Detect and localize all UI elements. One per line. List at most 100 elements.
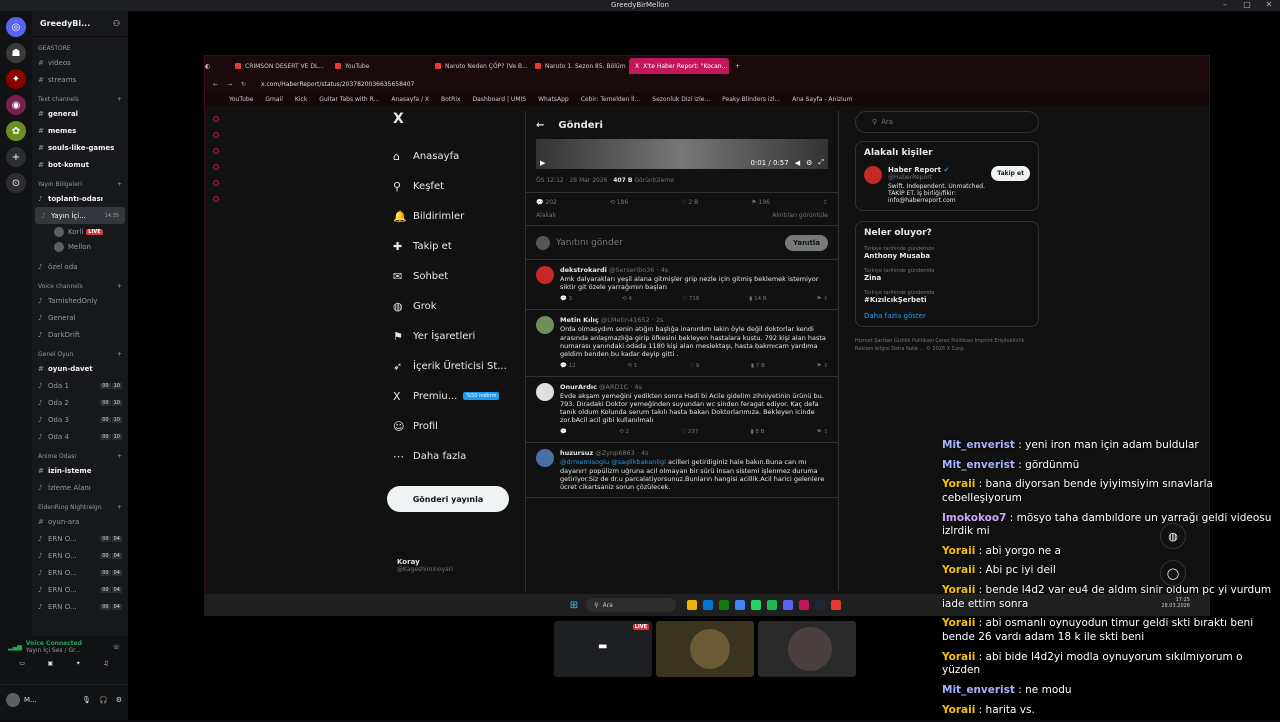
camera-off-icon[interactable]: ▭ xyxy=(19,660,25,667)
avatar[interactable] xyxy=(536,266,554,284)
add-channel-icon[interactable]: + xyxy=(117,181,122,188)
messages-fab-icon[interactable]: ◯ xyxy=(1160,560,1186,586)
voice-channel-item[interactable]: ♪ ERN O... 00 04 xyxy=(32,564,128,581)
tweet-author[interactable]: dekstrokardi xyxy=(560,266,607,274)
avatar[interactable] xyxy=(6,693,20,707)
disconnect-icon[interactable]: ☏ xyxy=(112,644,120,651)
category[interactable]: GEASTORE xyxy=(32,37,128,54)
category[interactable]: Yayın Bölgeleri + xyxy=(32,173,128,190)
avatar[interactable] xyxy=(536,449,554,468)
discord-home-icon[interactable]: ◎ xyxy=(6,17,26,37)
nav-item-premium[interactable]: X Premiu... %50 indirim xyxy=(387,381,527,411)
mic-icon[interactable]: 🎙 xyxy=(82,696,91,704)
sidebar-app-icon[interactable] xyxy=(213,148,219,154)
nav-item-profile[interactable]: ☺ Profil xyxy=(387,411,527,441)
close-button[interactable]: ✕ xyxy=(1258,0,1280,9)
x-logo-icon[interactable]: X xyxy=(387,111,527,141)
avatar[interactable] xyxy=(536,316,554,335)
server-icon[interactable]: ◉ xyxy=(6,95,26,115)
like-button[interactable]: ♡ 718 xyxy=(682,296,699,303)
bookmark[interactable]: Kick xyxy=(295,96,307,103)
like-button[interactable]: ♡ 9 xyxy=(689,363,699,370)
repost-button[interactable]: ⟲ 2 xyxy=(619,429,629,436)
start-icon[interactable]: ⊞ xyxy=(570,600,578,611)
voice-channel-item[interactable]: ♪ toplantı-odası xyxy=(32,190,128,207)
browser-menu-icon[interactable]: ◐ xyxy=(205,63,229,70)
mention-link[interactable]: @drmemisoglu @saglikbakanligi xyxy=(560,458,666,466)
bookmark-button[interactable]: ⚑ 196 xyxy=(751,199,770,206)
soundboard-icon[interactable]: ♫ xyxy=(103,660,108,667)
account-switcher[interactable]: Koray @Kageshiminoyari xyxy=(397,558,453,573)
minimize-button[interactable]: – xyxy=(1214,0,1236,9)
sidebar-app-icon[interactable] xyxy=(213,180,219,186)
sidebar-app-icon[interactable] xyxy=(213,116,219,122)
voice-channel-item[interactable]: ♪ Oda 1 00 10 xyxy=(32,377,128,394)
add-channel-icon[interactable]: + xyxy=(117,283,122,290)
sidebar-app-icon[interactable] xyxy=(213,196,219,202)
channel-item[interactable]: # general xyxy=(32,105,128,122)
channel-item[interactable]: # streams xyxy=(32,71,128,88)
repost-button[interactable]: ⟲ 4 xyxy=(622,296,632,303)
bookmark-icon[interactable]: ⚑ ⇪ xyxy=(817,296,828,303)
category[interactable]: Voice channels + xyxy=(32,275,128,292)
voice-channel-item[interactable]: ♪ ERN O... 00 04 xyxy=(32,598,128,615)
nav-item-grok[interactable]: ◍ Grok xyxy=(387,291,527,321)
reply-tweet[interactable]: OnurArdıc @ARD1C · 4s Evde akşam yemeğin… xyxy=(526,377,838,444)
bookmark[interactable]: BotRix xyxy=(441,96,461,103)
bookmark[interactable]: Peaky Blinders izl... xyxy=(722,96,780,103)
tweet-author[interactable]: Metin Kılıç xyxy=(560,316,599,324)
trend-item[interactable]: Türkiye tarihinde gündemde #KızılcıkŞerbe… xyxy=(864,290,1030,304)
trend-item[interactable]: Türkiye tarihinde gündemde Anthony Musaba xyxy=(864,246,1030,260)
voice-user[interactable]: Mellon xyxy=(32,239,128,254)
volume-icon[interactable]: ◀ xyxy=(795,159,800,167)
spotify-icon[interactable] xyxy=(767,600,778,610)
search-input[interactable]: ⚲ Ara xyxy=(855,111,1039,133)
add-channel-icon[interactable]: + xyxy=(117,453,122,460)
bookmark[interactable]: Sezonluk Dizi izle... xyxy=(652,96,710,103)
reply-tweet[interactable]: huzursuz @Zynp6863 · 4s @drmemisoglu @sa… xyxy=(526,443,838,498)
voice-channel-item[interactable]: ♪ Oda 4 00 10 xyxy=(32,428,128,445)
avatar[interactable] xyxy=(864,166,882,184)
new-tab-icon[interactable]: + xyxy=(735,63,740,70)
voice-channel-item[interactable]: ♪ İzleme Alanı xyxy=(32,479,128,496)
reply-submit-button[interactable]: Yanıtla xyxy=(784,234,828,251)
category[interactable]: Text channels + xyxy=(32,88,128,105)
reply-button[interactable]: 💬 202 xyxy=(536,199,557,206)
bookmark[interactable]: Anasayfa / X xyxy=(391,96,429,103)
avatar[interactable] xyxy=(536,382,554,401)
voice-channel-item[interactable]: ♪ TarnishedOnly xyxy=(32,292,128,309)
file-explorer-icon[interactable] xyxy=(687,600,698,610)
reply-tweet[interactable]: Metin Kılıç @LMetin41652 · 2s Orda olmas… xyxy=(526,310,838,377)
back-arrow-icon[interactable]: ← xyxy=(536,120,544,131)
bookmark[interactable]: Guitar Tabs with R... xyxy=(319,96,379,103)
bookmark[interactable]: Gmail xyxy=(265,96,283,103)
channel-item[interactable]: # videos xyxy=(32,54,128,71)
add-channel-icon[interactable]: + xyxy=(117,351,122,358)
voice-channel-item[interactable]: ♪ DarkDrift xyxy=(32,326,128,343)
voice-channel-item[interactable]: ♪ Yayın İçi... 14:35 xyxy=(35,207,125,224)
voice-channel-item[interactable]: ♪ ERN O... 00 04 xyxy=(32,530,128,547)
voice-channel-item[interactable]: ♪ ERN O... 00 04 xyxy=(32,581,128,598)
add-channel-icon[interactable]: + xyxy=(117,504,122,511)
like-button[interactable]: ♡ 2 B xyxy=(681,199,698,206)
views-button[interactable]: ▮ 14 B xyxy=(749,296,766,303)
tweet-author[interactable]: huzursuz xyxy=(560,449,593,457)
server-icon[interactable]: ✿ xyxy=(6,121,26,141)
back-icon[interactable]: ← xyxy=(213,81,227,88)
sort-dropdown[interactable]: Alakalı xyxy=(536,212,556,219)
forward-icon[interactable]: → xyxy=(227,81,241,88)
discover-icon[interactable]: ⊙ xyxy=(6,173,26,193)
profile-name[interactable]: Haber Report xyxy=(888,166,941,174)
voice-user[interactable]: Korli LIVE xyxy=(32,224,128,239)
browser-tab[interactable]: CRIMSON DESERT VE DL... xyxy=(229,58,329,74)
opera-gx-icon[interactable] xyxy=(799,600,810,610)
share-icon[interactable]: ⇪ xyxy=(823,199,828,206)
grok-fab-icon[interactable]: ◍ xyxy=(1160,523,1186,549)
nav-item-chat[interactable]: ✉ Sohbet xyxy=(387,261,527,291)
post-button[interactable]: Gönderi yayınla xyxy=(387,486,509,512)
bookmark[interactable]: Dashboard | UMIS xyxy=(473,96,527,103)
bookmark[interactable]: Cebir: Temelden İl... xyxy=(581,96,641,103)
channel-item[interactable]: # bot-komut xyxy=(32,156,128,173)
trend-item[interactable]: Türkiye tarihinde gündemde Zina xyxy=(864,268,1030,282)
show-more-link[interactable]: Daha fazla göster xyxy=(864,312,1030,320)
